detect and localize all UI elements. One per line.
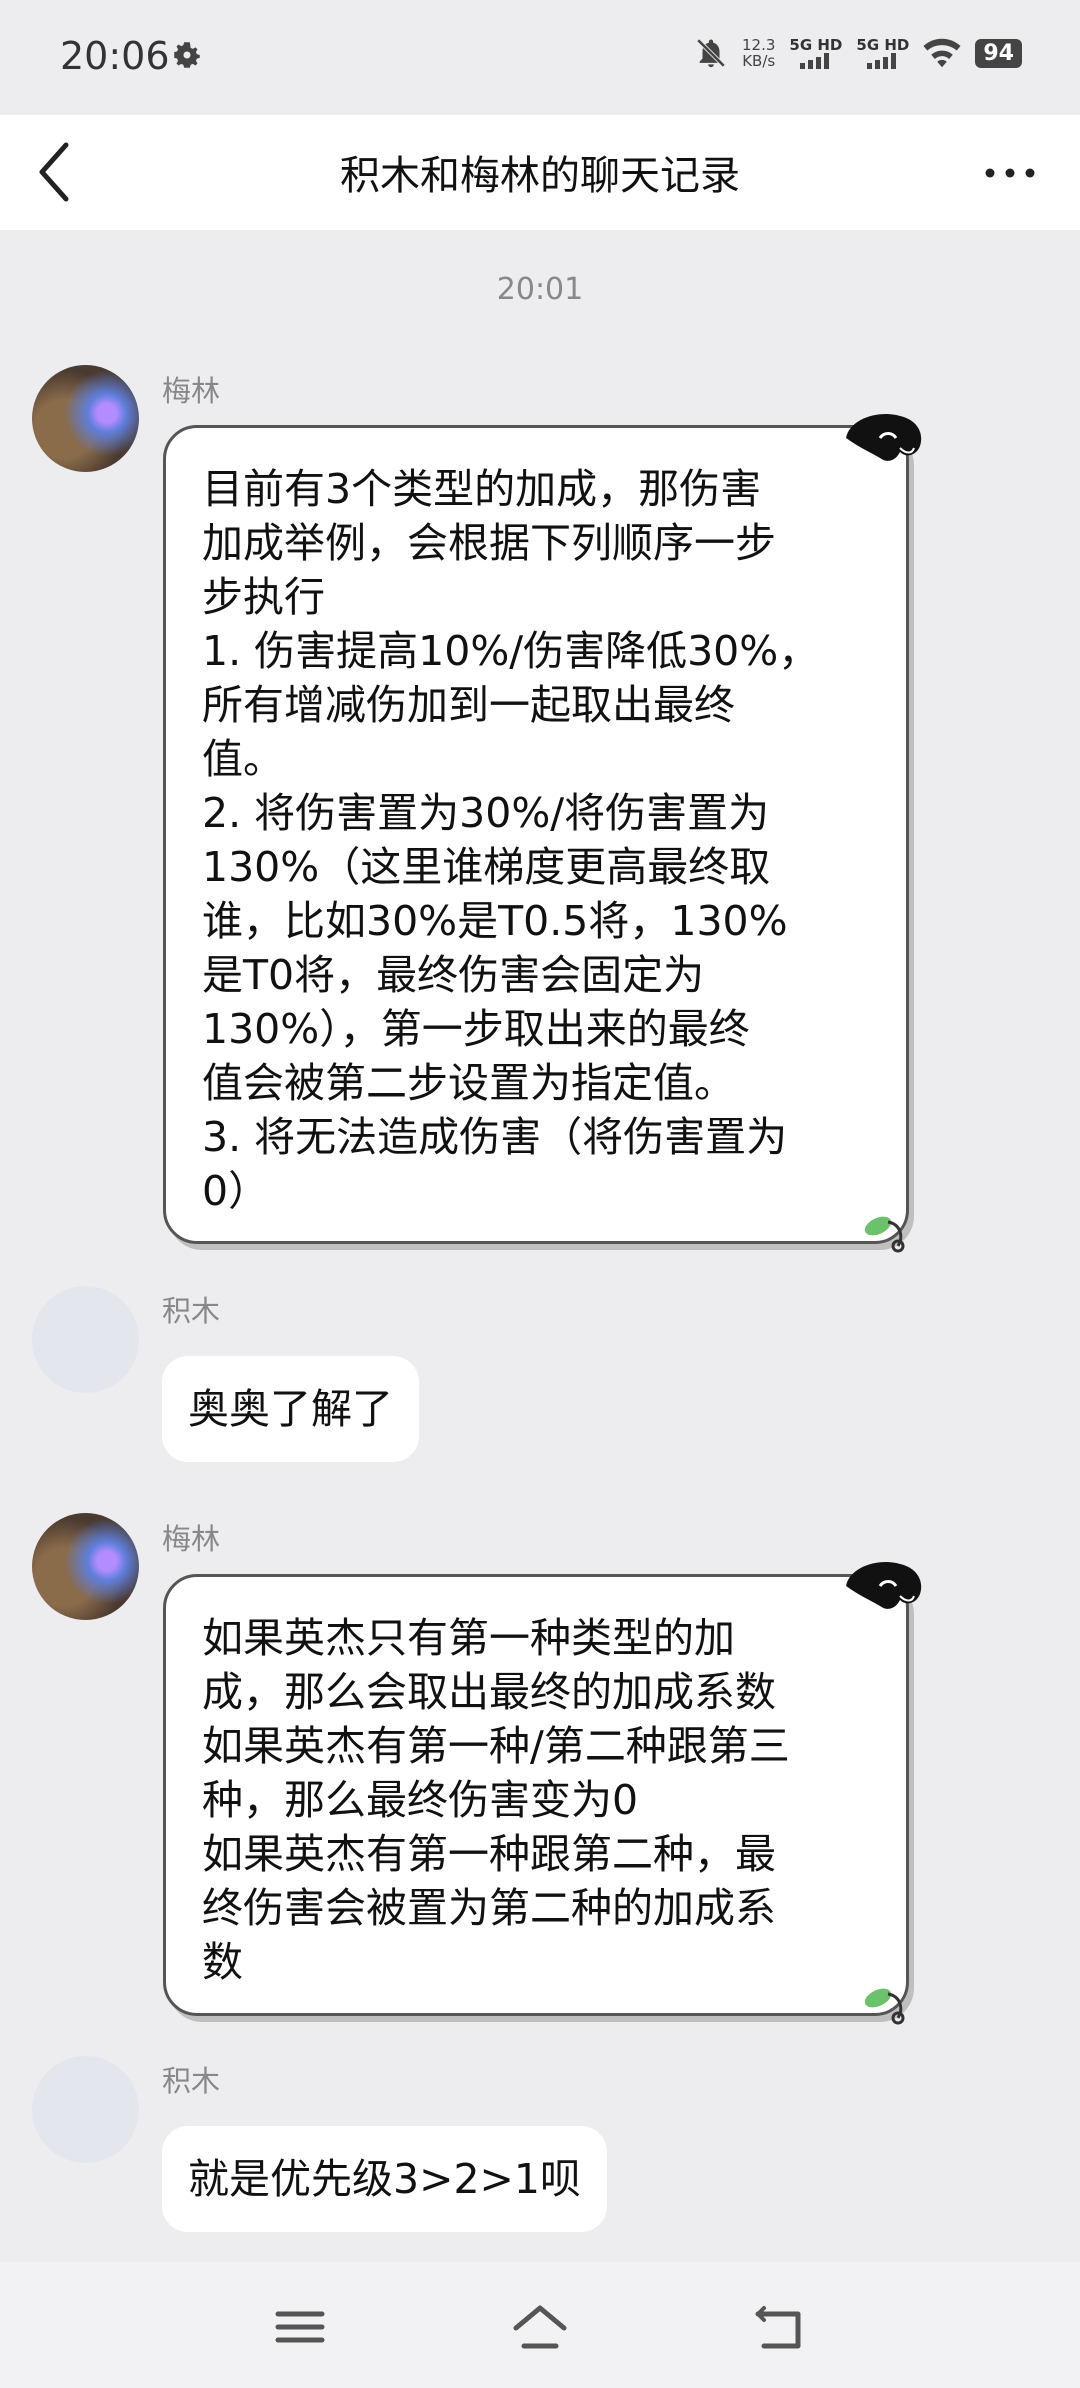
signal-bars-icon [866, 52, 896, 69]
avatar-jimu[interactable] [32, 2056, 139, 2163]
signal-bars-icon [799, 52, 829, 69]
signal-1-label: 5G HD [789, 35, 843, 54]
avatar-jimu[interactable] [32, 1286, 139, 1393]
net-speed-value: 12.3 [742, 36, 776, 54]
net-speed: 12.3 KB/s [742, 37, 775, 69]
home-icon[interactable] [510, 2302, 570, 2352]
net-speed-unit: KB/s [742, 52, 776, 70]
message-bubble[interactable]: 目前有3个类型的加成，那伤害 加成举例，会根据下列顺序一步 步执行 1. 伤害提… [163, 425, 909, 1244]
return-icon[interactable] [750, 2302, 810, 2352]
battery-indicator: 94 [975, 38, 1022, 68]
leaf-decoration-icon [864, 1216, 905, 1253]
message-bubble[interactable]: 如果英杰只有第一种类型的加 成，那么会取出最终的加成系数 如果英杰有第一种/第二… [163, 1574, 909, 2016]
leaf-decoration-icon [864, 1988, 905, 2025]
sender-name: 积木 [162, 1294, 221, 1328]
signal-2: 5G HD [856, 35, 910, 69]
avatar-merlin[interactable] [32, 365, 139, 472]
signal-1: 5G HD [789, 35, 843, 69]
chat-timestamp: 20:01 [496, 272, 584, 307]
message-bubble[interactable]: 奥奥了解了 [162, 1356, 419, 1462]
sender-name: 梅林 [162, 1522, 221, 1556]
chat-header: 积木和梅林的聊天记录 [0, 115, 1080, 230]
menu-icon[interactable] [270, 2302, 330, 2352]
page-title: 积木和梅林的聊天记录 [340, 153, 740, 199]
message-text: 目前有3个类型的加成，那伤害 加成举例，会根据下列顺序一步 步执行 1. 伤害提… [202, 465, 820, 1215]
status-icons: 12.3 KB/s 5G HD 5G HD 94 [694, 36, 1022, 70]
message-bubble[interactable]: 就是优先级3>2>1呗 [162, 2126, 607, 2232]
gear-icon [174, 42, 200, 68]
bubble-character-decoration-icon [846, 414, 922, 461]
wifi-icon [923, 38, 961, 68]
sender-name: 积木 [162, 2064, 221, 2098]
status-time: 20:06 [60, 34, 170, 78]
signal-2-label: 5G HD [856, 35, 910, 54]
status-bar: 20:06 12.3 KB/s 5G HD 5G HD 94 [0, 0, 1080, 115]
system-nav-bar [0, 2262, 1080, 2388]
avatar-merlin[interactable] [32, 1513, 139, 1620]
message-text: 如果英杰只有第一种类型的加 成，那么会取出最终的加成系数 如果英杰有第一种/第二… [202, 1614, 790, 1986]
sender-name: 梅林 [162, 374, 221, 408]
bubble-character-decoration-icon [846, 1562, 922, 1609]
more-dots-icon[interactable] [980, 153, 1040, 193]
mute-bell-icon [696, 38, 726, 68]
